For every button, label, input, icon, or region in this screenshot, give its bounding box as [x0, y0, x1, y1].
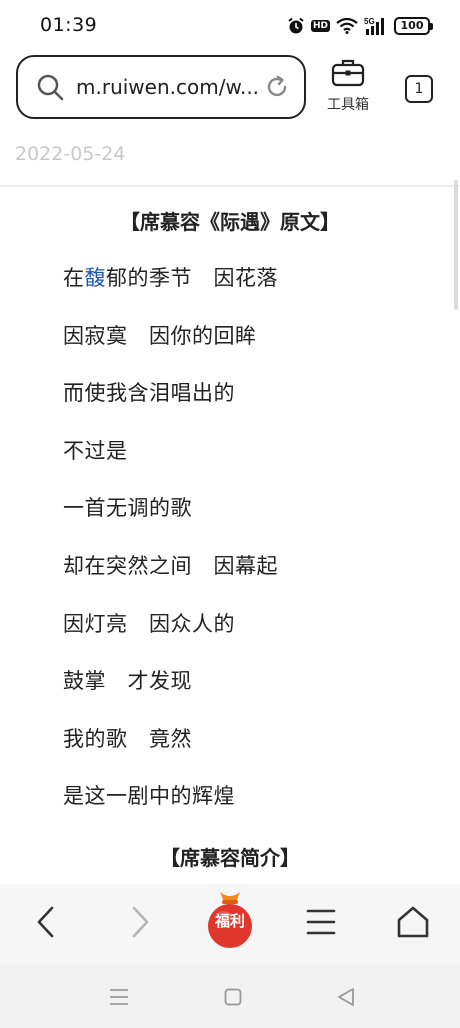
chevron-left-icon [37, 906, 54, 938]
home-icon [397, 906, 429, 938]
alarm-icon [288, 17, 304, 34]
poem-line: 因寂寞 因你的回眸 [63, 323, 257, 348]
wifi-icon [336, 18, 358, 34]
home-button[interactable] [391, 900, 435, 944]
status-bar: 01:39 HD 5G 100 [0, 0, 460, 50]
toolbox-label: 工具箱 [327, 97, 369, 113]
url-text[interactable]: m.ruiwen.com/w... [76, 75, 264, 99]
poem-line: 不过是 [63, 438, 128, 463]
recent-apps-button[interactable] [108, 986, 130, 1008]
menu-icon [306, 909, 336, 935]
back-button[interactable] [24, 900, 68, 944]
dictionary-link[interactable]: 馥 [85, 266, 107, 290]
poem-line: 鼓掌 才发现 [63, 669, 192, 694]
poem-line: 因灯亮 因众人的 [63, 611, 235, 636]
poem-line: 我的歌 竟然 [63, 726, 192, 751]
welfare-label: 福利 [214, 912, 245, 930]
poem-line: 是这一剧中的辉煌 [63, 784, 235, 809]
forward-button[interactable] [118, 900, 162, 944]
system-home-button[interactable] [222, 986, 244, 1008]
menu-button[interactable] [299, 900, 343, 944]
5g-signal-icon: 5G [364, 17, 384, 35]
section-title-bio: 【席慕容简介】 [160, 846, 300, 870]
article-date: 2022-05-24 [15, 143, 126, 165]
refresh-icon[interactable] [264, 74, 290, 100]
section-title-poem: 【席慕容《际遇》原文】 [120, 210, 340, 234]
hd-icon: HD [310, 20, 330, 32]
poem-body: 在馥郁的季节 因花落 因寂寞 因你的回眸 而使我含泪唱出的 不过是 一首无调的歌… [63, 258, 443, 834]
tabs-button[interactable]: 1 [405, 75, 433, 103]
poem-line: 却在突然之间 因幕起 [63, 553, 278, 578]
poem-line: 而使我含泪唱出的 [63, 381, 235, 406]
divider [0, 185, 460, 187]
toolbox-icon [331, 59, 365, 87]
scrollbar[interactable] [454, 180, 458, 310]
recents-icon [110, 989, 128, 1005]
poem-line: 在馥郁的季节 因花落 [63, 258, 443, 316]
square-icon [224, 988, 242, 1006]
status-icons: HD 5G 100 [287, 16, 433, 36]
battery-icon: 100 [394, 17, 433, 35]
toolbox-button[interactable]: 工具箱 [318, 58, 378, 122]
welfare-button[interactable]: 福利 [206, 888, 254, 952]
poem-line: 一首无调的歌 [63, 496, 192, 521]
poem-text: 在 [63, 266, 85, 290]
search-icon [37, 74, 64, 101]
svg-text:5G: 5G [364, 17, 375, 26]
triangle-back-icon [338, 988, 354, 1006]
address-bar[interactable]: m.ruiwen.com/w... [16, 55, 306, 119]
system-nav-bar [0, 964, 460, 1028]
chevron-right-icon [132, 906, 149, 938]
status-time: 01:39 [40, 14, 98, 36]
poem-text: 郁的季节 因花落 [106, 266, 278, 290]
system-back-button[interactable] [335, 986, 357, 1008]
